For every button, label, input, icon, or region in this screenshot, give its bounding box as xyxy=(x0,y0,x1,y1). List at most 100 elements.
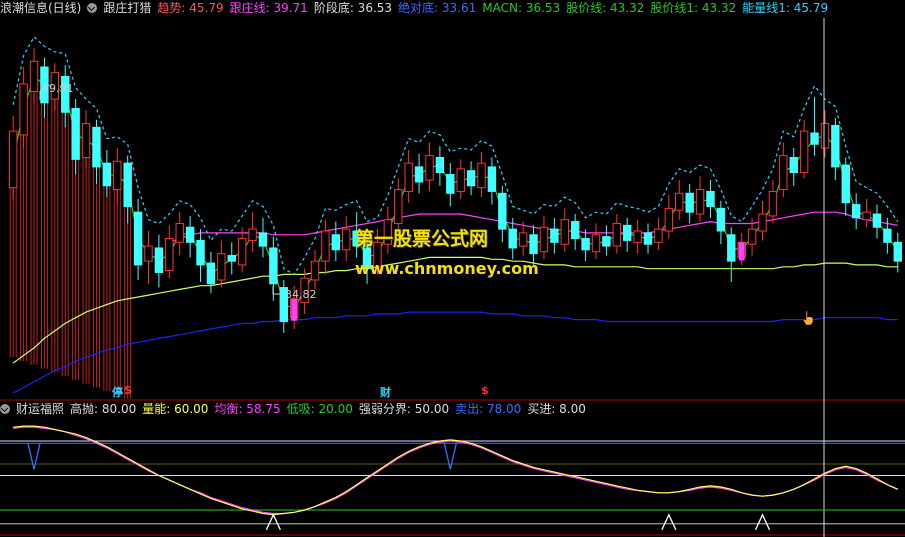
candle-body xyxy=(227,255,236,262)
candle-body xyxy=(570,221,580,240)
candle-body xyxy=(154,247,164,273)
marker-dollar: $ xyxy=(481,384,489,397)
buy-signal xyxy=(661,513,677,531)
candle-body xyxy=(529,234,538,255)
header-value-item: 趋势: 45.79 xyxy=(157,1,224,15)
candle-body xyxy=(727,234,736,262)
sub-indicator-values: 高抛: 80.00 量能: 60.00 均衡: 58.75 低吸: 20.00 强弱分界… xyxy=(70,401,592,417)
candle-body xyxy=(643,232,653,245)
watermark-url: www.chnmoney.com xyxy=(355,259,539,278)
buy-signal xyxy=(754,513,771,531)
candle-body xyxy=(321,230,330,262)
candle-body xyxy=(841,164,850,204)
candle-body xyxy=(539,226,549,253)
candle-body xyxy=(487,166,497,192)
candle-body xyxy=(165,238,174,272)
header-value-item: 阶段底: 36.53 xyxy=(313,1,393,15)
candle-body xyxy=(258,232,268,247)
candle-body xyxy=(581,238,590,251)
candle-body xyxy=(695,189,705,215)
candle-body xyxy=(9,130,18,189)
signal-candle xyxy=(291,298,298,321)
candle-body xyxy=(404,162,413,192)
candle-body xyxy=(716,207,726,232)
candle-body xyxy=(269,247,278,285)
candle-body xyxy=(851,204,861,219)
candle-body xyxy=(331,234,341,251)
candle-body xyxy=(685,192,694,213)
header-value-item: MACN: 36.53 xyxy=(482,1,561,15)
candle-body xyxy=(175,222,184,243)
candle-body xyxy=(768,190,778,217)
candle-body xyxy=(19,83,28,136)
candle-body xyxy=(602,236,611,247)
candle-body xyxy=(675,192,684,211)
sub-header-value-item: 量能: 60.00 xyxy=(142,402,209,416)
sub-header-value-item: 卖出: 78.00 xyxy=(455,402,522,416)
header-value-item: 跟庄线: 39.71 xyxy=(229,1,308,15)
high-price-value: 49.91 xyxy=(42,82,74,95)
candle-body xyxy=(394,189,403,224)
candle-body xyxy=(862,211,871,221)
candle-body xyxy=(498,192,507,230)
candle-body xyxy=(758,213,767,232)
candle-body xyxy=(706,190,715,207)
candle-body xyxy=(71,107,80,160)
candle-body xyxy=(664,207,674,232)
header-value-item: 绝对底: 33.61 xyxy=(398,1,477,15)
hand-cursor-icon xyxy=(802,310,814,326)
sub-header-value-item: 均衡: 58.75 xyxy=(214,402,281,416)
header-value-item: 股价线: 43.32 xyxy=(566,1,645,15)
sub-header-value-item: 强弱分界: 50.00 xyxy=(358,402,450,416)
sell-signal xyxy=(27,443,41,470)
ma-blue-line xyxy=(12,311,898,394)
main-chart-header: 浪潮信息(日线) 跟庄打猎 趋势: 45.79 跟庄线: 39.71 阶段底: 36… xyxy=(0,0,834,16)
candle-body xyxy=(820,123,830,149)
candle-body xyxy=(612,222,622,247)
candle-body xyxy=(237,238,247,266)
candle-body xyxy=(123,162,132,208)
candle-body xyxy=(310,260,320,281)
candle-body xyxy=(446,173,455,194)
candle-body xyxy=(133,211,143,266)
sub-header-value-item: 买进: 8.00 xyxy=(527,402,586,416)
marker-cai: 财 xyxy=(380,386,391,399)
candle-body xyxy=(206,262,216,285)
candle-body xyxy=(518,232,528,247)
candle-body xyxy=(633,230,642,243)
marker-s: S xyxy=(124,384,132,397)
indicator-name[interactable]: 跟庄打猎 xyxy=(103,0,151,16)
header-value-item: 股价线1: 43.32 xyxy=(650,1,737,15)
candle-body xyxy=(414,166,424,183)
sub-header-value-item: 低吸: 20.00 xyxy=(286,402,353,416)
candle-body xyxy=(185,226,195,243)
sub-header-value-item: 高抛: 80.00 xyxy=(70,402,137,416)
buy-signal xyxy=(265,513,281,531)
candle-body xyxy=(747,228,757,245)
candle-body xyxy=(144,245,153,262)
candle-body xyxy=(872,213,882,228)
candle-body xyxy=(477,162,486,189)
sub-indicator-dropdown-icon[interactable] xyxy=(0,404,10,414)
candle-body xyxy=(550,228,559,243)
low-price-label: 34.82 xyxy=(285,288,317,301)
candle-body xyxy=(779,155,788,191)
sub-indicator-name[interactable]: 财运福照 xyxy=(16,401,64,417)
marker-stop: 停 xyxy=(112,386,123,399)
indicator-values: 趋势: 45.79 跟庄线: 39.71 阶段底: 36.53 绝对底: 33.61 M… xyxy=(157,0,834,16)
sub-chart-header: 财运福照 高抛: 80.00 量能: 60.00 均衡: 58.75 低吸: 20.0… xyxy=(0,401,592,417)
candle-body xyxy=(29,60,39,93)
candle-body xyxy=(113,160,122,191)
candle-body xyxy=(893,241,902,262)
header-value-item: 能量线1: 45.79 xyxy=(742,1,829,15)
high-price-label: 49.91 xyxy=(42,82,74,95)
candle-body xyxy=(789,156,798,174)
candle-body xyxy=(831,124,840,168)
signal-candle xyxy=(738,242,745,261)
candle-body xyxy=(81,123,91,158)
candle-body xyxy=(466,170,476,187)
indicator-dropdown-icon[interactable] xyxy=(87,3,98,13)
low-price-value: 34.82 xyxy=(285,288,317,301)
stock-title: 浪潮信息(日线) xyxy=(0,1,82,15)
candle-body xyxy=(810,132,819,145)
